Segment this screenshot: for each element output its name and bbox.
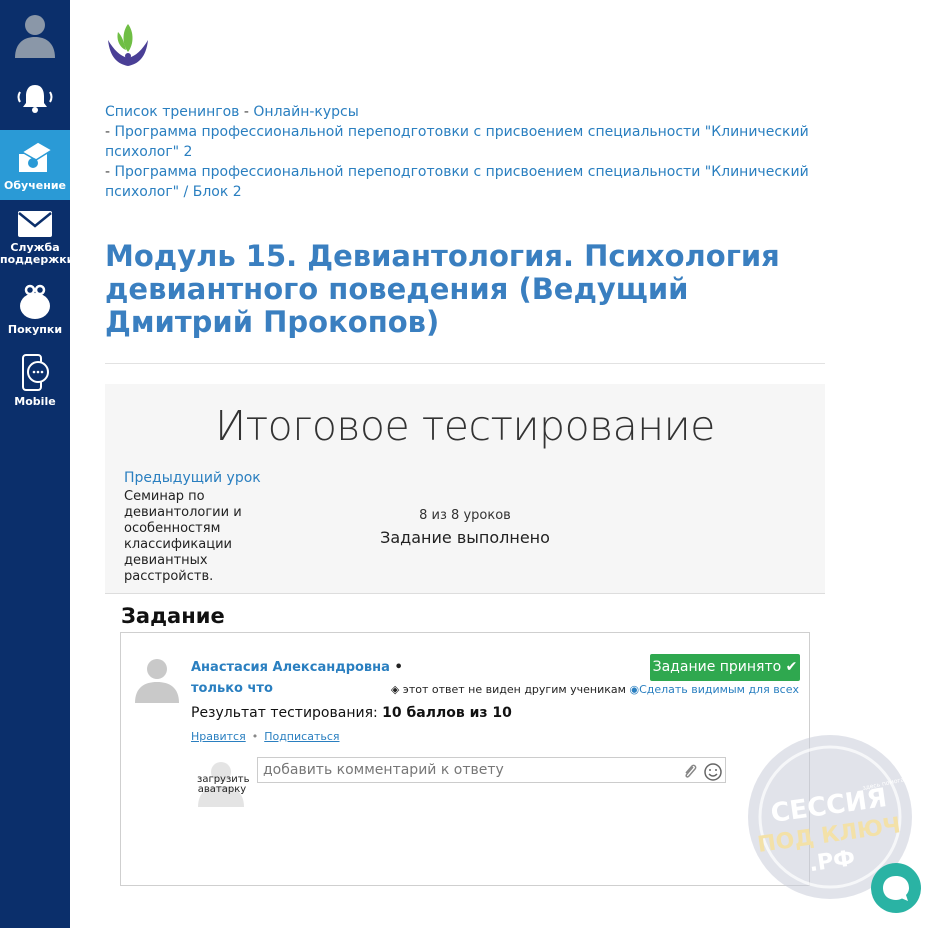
divider	[105, 363, 825, 364]
avatar	[135, 659, 179, 703]
chat-button[interactable]	[871, 863, 921, 913]
sidebar-item-label: Служба поддержки	[0, 241, 75, 266]
sidebar-item-support[interactable]: Служба поддержки	[0, 210, 75, 276]
mail-icon	[18, 211, 52, 237]
user-icon	[15, 15, 55, 58]
upload-avatar-link[interactable]: загрузить аватарку	[197, 775, 250, 795]
emoji-icon[interactable]	[703, 762, 723, 782]
bell-icon	[17, 85, 53, 113]
logo-icon	[108, 24, 148, 66]
comment-placeholder: добавить комментарий к ответу	[263, 762, 504, 778]
result-value: 10 баллов из 10	[382, 705, 512, 721]
breadcrumb-separator: -	[239, 104, 254, 120]
sidebar: Обучение Служба поддержки Покупки Mobile	[0, 0, 75, 928]
sidebar-item-label: Mobile	[14, 395, 56, 408]
prev-lesson-link[interactable]: Предыдущий урок	[124, 470, 261, 486]
comment-input[interactable]: добавить комментарий к ответу	[257, 757, 726, 783]
chat-icon	[883, 876, 909, 901]
page-title: Модуль 15. Девиантология. Психология дев…	[105, 239, 780, 339]
make-visible-link[interactable]: Сделать видимым для всех	[639, 683, 799, 696]
breadcrumb-online-courses[interactable]: Онлайн-курсы	[253, 104, 358, 120]
subscribe-link[interactable]: Подписаться	[264, 730, 339, 743]
answer-actions: Нравится • Подписаться	[191, 730, 340, 743]
like-link[interactable]: Нравится	[191, 730, 246, 743]
sidebar-item-profile[interactable]	[0, 10, 70, 62]
comment-tools	[681, 760, 723, 784]
mobile-icon	[22, 354, 49, 391]
breadcrumb-separator: -	[105, 164, 115, 180]
paperclip-icon[interactable]	[681, 763, 699, 781]
actions-separator: •	[251, 730, 259, 743]
task-heading: Задание	[121, 604, 225, 628]
lesson-title: Итоговое тестирование	[215, 402, 715, 450]
eye-icon: ◉	[629, 683, 640, 696]
breadcrumb-block[interactable]: Программа профессиональной переподготовк…	[105, 164, 809, 200]
wallet-icon	[20, 284, 50, 319]
site-logo[interactable]	[104, 18, 154, 72]
breadcrumb: Список тренингов - Онлайн-курсы - Програ…	[105, 102, 835, 202]
sidebar-item-purchases[interactable]: Покупки	[0, 284, 70, 344]
lesson-counter: 8 из 8 уроков	[419, 508, 511, 523]
breadcrumb-program[interactable]: Программа профессиональной переподготовк…	[105, 124, 809, 160]
author-separator: •	[394, 660, 403, 675]
answer-card: Анастасия Александровна • только что Зад…	[120, 632, 810, 886]
sidebar-item-label: Покупки	[7, 323, 63, 336]
sidebar-item-label: Обучение	[4, 179, 66, 192]
answer-time: только что	[191, 681, 273, 696]
status-badge: Задание принято ✔	[650, 654, 800, 681]
sidebar-item-education[interactable]: Обучение	[0, 130, 70, 200]
lesson-status: Задание выполнено	[380, 528, 550, 547]
test-result: Результат тестирования: 10 баллов из 10	[191, 705, 512, 721]
sidebar-item-notifications[interactable]	[0, 82, 70, 122]
lesson-panel: Итоговое тестирование Предыдущий урок Се…	[105, 384, 825, 594]
sidebar-item-mobile[interactable]: Mobile	[0, 354, 70, 416]
breadcrumb-trainings[interactable]: Список тренингов	[105, 104, 239, 120]
eye-hidden-icon: ◈	[390, 683, 400, 696]
visibility-info: ◈ этот ответ не виден другим ученикам ◉С…	[391, 683, 799, 696]
breadcrumb-separator: -	[105, 124, 115, 140]
author-name[interactable]: Анастасия Александровна	[191, 660, 390, 675]
education-icon	[19, 141, 54, 172]
author-block: Анастасия Александровна • только что	[191, 657, 403, 699]
result-label: Результат тестирования:	[191, 705, 378, 721]
visibility-note: этот ответ не виден другим ученикам	[402, 683, 626, 696]
